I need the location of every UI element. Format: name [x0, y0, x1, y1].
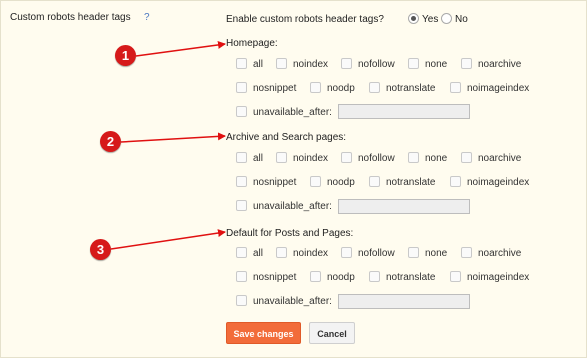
checkbox-homepage-noindex[interactable] — [276, 58, 287, 69]
checkbox-archive-nosnippet[interactable] — [236, 176, 247, 187]
checkbox-label: all — [253, 153, 264, 164]
checkbox-archive-noodp[interactable] — [310, 176, 321, 187]
badge-1: 1 — [115, 45, 136, 66]
checkbox-label: notranslate — [386, 177, 436, 188]
checkbox-label: noindex — [293, 153, 329, 164]
checkbox-label: nosnippet — [253, 272, 297, 283]
arrow-3 — [110, 229, 226, 250]
checkbox-archive-none[interactable] — [408, 152, 419, 163]
checkbox-label: unavailable_after: — [253, 201, 332, 212]
checkbox-posts-none[interactable] — [408, 247, 419, 258]
checkbox-archive-unavailable-after[interactable] — [236, 200, 247, 211]
checkbox-label: unavailable_after: — [253, 107, 332, 118]
checkbox-homepage-noodp[interactable] — [310, 82, 321, 93]
checkbox-label: noodp — [327, 83, 355, 94]
checkbox-posts-unavailable-after[interactable] — [236, 295, 247, 306]
checkbox-homepage-notranslate[interactable] — [369, 82, 380, 93]
checkbox-archive-all[interactable] — [236, 152, 247, 163]
checkbox-homepage-nofollow[interactable] — [341, 58, 352, 69]
checkbox-posts-notranslate[interactable] — [369, 271, 380, 282]
checkbox-posts-noimageindex[interactable] — [450, 271, 461, 282]
checkbox-label: nofollow — [358, 59, 395, 70]
checkbox-label: noimageindex — [467, 272, 530, 283]
checkbox-label: nosnippet — [253, 83, 297, 94]
badge-2: 2 — [100, 131, 121, 152]
checkbox-posts-noodp[interactable] — [310, 271, 321, 282]
checkbox-archive-noindex[interactable] — [276, 152, 287, 163]
checkbox-posts-noindex[interactable] — [276, 247, 287, 258]
checkbox-label: noarchive — [478, 248, 522, 259]
checkbox-label: notranslate — [386, 272, 436, 283]
checkbox-homepage-nosnippet[interactable] — [236, 82, 247, 93]
section-title-posts: Default for Posts and Pages: — [226, 228, 354, 239]
unavailable-after-input-homepage[interactable] — [338, 104, 470, 119]
checkbox-label: noodp — [327, 177, 355, 188]
checkbox-label: nofollow — [358, 153, 395, 164]
checkbox-label: noindex — [293, 248, 329, 259]
checkbox-label: unavailable_after: — [253, 296, 332, 307]
checkbox-archive-noimageindex[interactable] — [450, 176, 461, 187]
checkbox-homepage-noarchive[interactable] — [461, 58, 472, 69]
checkbox-label: noimageindex — [467, 83, 530, 94]
checkbox-label: noodp — [327, 272, 355, 283]
arrow-1 — [135, 40, 226, 57]
checkbox-posts-nofollow[interactable] — [341, 247, 352, 258]
section-title-archive: Archive and Search pages: — [226, 132, 347, 143]
save-changes-button[interactable]: Save changes — [226, 322, 301, 344]
checkbox-label: none — [425, 59, 448, 70]
checkbox-homepage-unavailable-after[interactable] — [236, 106, 247, 117]
checkbox-homepage-none[interactable] — [408, 58, 419, 69]
checkbox-label: none — [425, 153, 448, 164]
checkbox-archive-notranslate[interactable] — [369, 176, 380, 187]
checkbox-posts-nosnippet[interactable] — [236, 271, 247, 282]
checkbox-label: none — [425, 248, 448, 259]
section-title-homepage: Homepage: — [226, 38, 278, 49]
checkbox-label: noarchive — [478, 153, 522, 164]
checkbox-label: nofollow — [358, 248, 395, 259]
checkbox-homepage-all[interactable] — [236, 58, 247, 69]
checkbox-label: noimageindex — [467, 177, 530, 188]
checkbox-archive-nofollow[interactable] — [341, 152, 352, 163]
checkbox-posts-all[interactable] — [236, 247, 247, 258]
checkbox-label: all — [253, 59, 264, 70]
checkbox-posts-noarchive[interactable] — [461, 247, 472, 258]
checkbox-homepage-noimageindex[interactable] — [450, 82, 461, 93]
checkbox-label: noindex — [293, 59, 329, 70]
checkbox-label: noarchive — [478, 59, 522, 70]
checkbox-label: nosnippet — [253, 177, 297, 188]
checkbox-label: all — [253, 248, 264, 259]
cancel-button[interactable]: Cancel — [309, 322, 355, 344]
badge-3: 3 — [90, 239, 111, 260]
checkbox-label: notranslate — [386, 83, 436, 94]
unavailable-after-input-posts[interactable] — [338, 294, 470, 309]
arrow-2 — [120, 132, 226, 143]
unavailable-after-input-archive[interactable] — [338, 199, 470, 214]
checkbox-archive-noarchive[interactable] — [461, 152, 472, 163]
